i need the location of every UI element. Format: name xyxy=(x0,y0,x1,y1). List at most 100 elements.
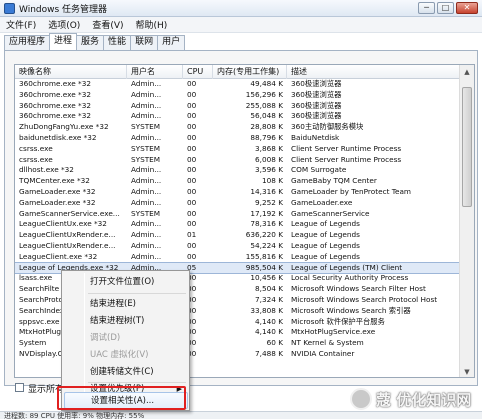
menu-file[interactable]: 文件(F) xyxy=(0,18,42,31)
cell-cpu: 00 xyxy=(187,143,197,153)
cell-cpu: 00 xyxy=(187,89,197,99)
menu-item-label: 结束进程(E) xyxy=(90,299,137,309)
column-header-description[interactable]: 描述 xyxy=(287,65,461,79)
cell-user: SYSTEM xyxy=(131,122,161,132)
cell-user: SYSTEM xyxy=(131,154,161,164)
maximize-button[interactable]: □ xyxy=(437,2,454,14)
cell-desc: League of Legends (TM) Client xyxy=(291,262,403,272)
table-row[interactable]: LeagueClientUxRender.e... Admin... 01 636,2… xyxy=(15,230,461,241)
column-header-image-name[interactable]: 映像名称 xyxy=(15,65,127,79)
cell-user: Admin... xyxy=(131,89,162,99)
menu-view[interactable]: 查看(V) xyxy=(86,18,129,31)
watermark-text: 蔻 优化知识网 xyxy=(376,390,472,409)
vertical-scrollbar[interactable]: ▲ ▼ xyxy=(459,65,474,377)
cell-desc: Client Server Runtime Process xyxy=(291,143,402,153)
show-all-processes-label: 显示所有 xyxy=(28,385,65,395)
cell-mem: 4,140 K xyxy=(255,327,283,337)
cell-desc: Microsoft Windows Search Protocol Host xyxy=(291,294,438,304)
cell-cpu: 01 xyxy=(187,230,197,240)
cell-mem: 985,504 K xyxy=(245,262,283,272)
menu-item-set-affinity[interactable]: 设置相关性(A)... xyxy=(64,392,188,409)
table-row[interactable]: GameLoader.exe *32 Admin... 00 14,316 K Game… xyxy=(15,187,461,198)
tab-processes[interactable]: 进程 xyxy=(49,33,78,50)
table-row[interactable]: 360chrome.exe *32 Admin... 00 56,048 K 360极速… xyxy=(15,111,461,122)
cell-mem: 49,484 K xyxy=(250,79,283,88)
column-header-cpu[interactable]: CPU xyxy=(183,65,213,79)
cell-desc: GameLoader by TenProtect Team xyxy=(291,186,412,196)
cell-name: LeagueClientUx.exe *32 xyxy=(19,219,107,229)
cell-mem: 7,324 K xyxy=(255,294,283,304)
column-header-user[interactable]: 用户名 xyxy=(127,65,183,79)
tab-users[interactable]: 用户 xyxy=(157,35,186,50)
watermark-logo-icon xyxy=(350,388,372,410)
tab-performance[interactable]: 性能 xyxy=(103,35,132,50)
cell-desc: BaiduNetdisk xyxy=(291,132,340,142)
scroll-down-arrow-icon[interactable]: ▼ xyxy=(460,365,474,377)
table-row[interactable]: GameLoader.exe *32 Admin... 00 9,252 K GameL… xyxy=(15,198,461,209)
minimize-button[interactable]: ─ xyxy=(418,2,435,14)
cell-name: GameLoader.exe *32 xyxy=(19,197,96,207)
show-all-processes-checkbox[interactable] xyxy=(15,383,24,392)
column-header-memory[interactable]: 内存(专用工作集) xyxy=(213,65,287,79)
table-row[interactable]: LeagueClient.exe *32 Admin... 00 155,816 K L… xyxy=(15,252,461,263)
watermark: 蔻 优化知识网 xyxy=(350,384,471,414)
cell-name: LeagueClientUxRender.e... xyxy=(19,240,116,250)
cell-cpu: 00 xyxy=(187,165,197,175)
cell-cpu: 00 xyxy=(187,154,197,164)
task-manager-icon xyxy=(4,2,15,14)
cell-user: Admin... xyxy=(131,111,162,121)
tab-networking[interactable]: 联网 xyxy=(130,35,159,50)
cell-name: LeagueClient.exe *32 xyxy=(19,251,98,261)
table-row[interactable]: baidunetdisk.exe *32 Admin... 00 88,796 K Ba… xyxy=(15,133,461,144)
menu-item-end-process-tree[interactable]: 结束进程树(T) xyxy=(64,313,188,330)
table-row[interactable]: 360chrome.exe *32 Admin... 00 49,484 K 360极速… xyxy=(15,79,461,90)
tab-strip: 应用程序 进程 服务 性能 联网 用户 xyxy=(4,33,186,50)
scroll-up-arrow-icon[interactable]: ▲ xyxy=(460,65,474,79)
cell-user: Admin... xyxy=(131,240,162,250)
cell-desc: 360极速浏览器 xyxy=(291,79,342,88)
menu-item-open-file-location[interactable]: 打开文件位置(O) xyxy=(64,274,188,291)
cell-user: SYSTEM xyxy=(131,208,161,218)
cell-user: Admin... xyxy=(131,186,162,196)
menu-separator xyxy=(88,293,186,294)
cell-mem: 255,088 K xyxy=(245,100,283,110)
menu-item-end-process[interactable]: 结束进程(E) xyxy=(64,296,188,313)
cell-desc: 360极速浏览器 xyxy=(291,111,342,121)
table-row[interactable]: GameScannerService.exe... SYSTEM 00 17,192 … xyxy=(15,209,461,220)
cell-mem: 10,456 K xyxy=(250,273,283,283)
menu-item-create-dump-file[interactable]: 创建转储文件(C) xyxy=(64,364,188,381)
menu-help[interactable]: 帮助(H) xyxy=(130,18,174,31)
table-row[interactable]: csrss.exe SYSTEM 00 3,868 K Client Server Ru… xyxy=(15,144,461,155)
table-row[interactable]: 360chrome.exe *32 Admin... 00 255,088 K 360极… xyxy=(15,101,461,112)
cell-user: Admin... xyxy=(131,132,162,142)
cell-desc: League of Legends xyxy=(291,240,360,250)
menu-bar: 文件(F) 选项(O) 查看(V) 帮助(H) xyxy=(0,17,482,33)
cell-desc: GameLoader.exe xyxy=(291,197,353,207)
cell-mem: 28,808 K xyxy=(250,122,283,132)
table-row[interactable]: LeagueClientUxRender.e... Admin... 00 54,22… xyxy=(15,241,461,252)
cell-desc: League of Legends xyxy=(291,230,360,240)
cell-user: Admin... xyxy=(131,100,162,110)
scroll-thumb[interactable] xyxy=(462,87,472,207)
menu-item-label: 结束进程树(T) xyxy=(90,316,145,326)
tab-services[interactable]: 服务 xyxy=(76,35,105,50)
menu-options[interactable]: 选项(O) xyxy=(42,18,86,31)
table-row[interactable]: csrss.exe SYSTEM 00 6,008 K Client Server Ru… xyxy=(15,155,461,166)
tab-applications[interactable]: 应用程序 xyxy=(4,35,51,50)
cell-desc: 360极速浏览器 xyxy=(291,100,342,110)
table-row[interactable]: LeagueClientUx.exe *32 Admin... 00 78,316 K… xyxy=(15,219,461,230)
close-button[interactable]: ✕ xyxy=(456,2,478,14)
table-row[interactable]: dllhost.exe *32 Admin... 00 3,596 K COM Surr… xyxy=(15,165,461,176)
table-row[interactable]: ZhuDongFangYu.exe *32 SYSTEM 00 28,808 K 360… xyxy=(15,122,461,133)
cell-desc: Microsoft Windows Search Filter Host xyxy=(291,284,426,294)
window-title: Windows 任务管理器 xyxy=(19,4,108,15)
menu-item-debug: 调试(D) xyxy=(64,330,188,347)
menu-item-label: 调试(D) xyxy=(90,333,121,343)
table-row[interactable]: 360chrome.exe *32 Admin... 00 156,296 K 360极… xyxy=(15,90,461,101)
table-row[interactable]: TQMCenter.exe *32 Admin... 00 108 K GameBaby… xyxy=(15,176,461,187)
cell-mem: 17,192 K xyxy=(250,208,283,218)
cell-mem: 8,504 K xyxy=(255,284,283,294)
cell-cpu: 00 xyxy=(187,122,197,132)
cell-cpu: 00 xyxy=(187,251,197,261)
cell-name: GameLoader.exe *32 xyxy=(19,186,96,196)
